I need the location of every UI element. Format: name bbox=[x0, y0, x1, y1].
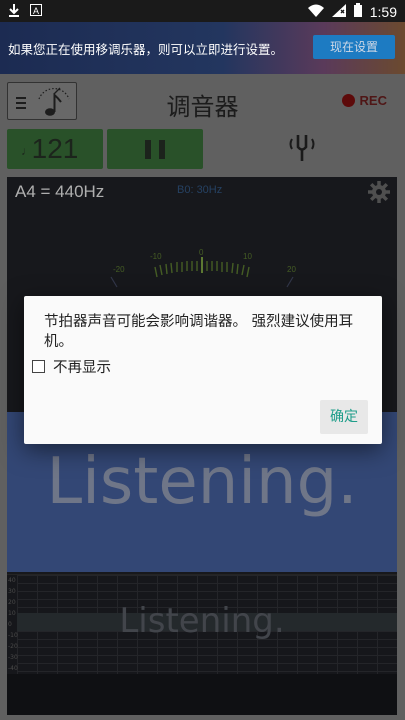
wifi-icon bbox=[307, 4, 324, 21]
svg-text:A: A bbox=[33, 6, 39, 16]
banner-text: 如果您正在使用移调乐器，则可以立即进行设置。 bbox=[8, 42, 284, 57]
set-now-button[interactable]: 现在设置 bbox=[313, 35, 395, 59]
download-icon bbox=[8, 3, 20, 21]
status-time: 1:59 bbox=[369, 4, 397, 20]
dont-show-again-row[interactable]: 不再显示 bbox=[32, 356, 111, 377]
battery-icon bbox=[353, 3, 362, 21]
no-sim-icon bbox=[331, 3, 346, 21]
transpose-banner: 如果您正在使用移调乐器，则可以立即进行设置。 现在设置 bbox=[0, 22, 405, 74]
dont-show-again-checkbox[interactable] bbox=[32, 360, 45, 373]
dont-show-again-label[interactable]: 不再显示 bbox=[53, 356, 111, 377]
confirm-button[interactable]: 确定 bbox=[320, 400, 368, 434]
headphone-warning-dialog: 节拍器声音可能会影响调谐器。 强烈建议使用耳机。 不再显示 确定 bbox=[24, 296, 382, 444]
tuner-screen: A 1:59 如果您正在使用移调乐器，则可以立即进行设置。 现在设置 调音器 R… bbox=[0, 0, 405, 720]
dialog-message: 节拍器声音可能会影响调谐器。 强烈建议使用耳机。 bbox=[44, 314, 354, 350]
app-notification-icon: A bbox=[30, 4, 42, 20]
status-bar: A 1:59 bbox=[0, 0, 405, 22]
